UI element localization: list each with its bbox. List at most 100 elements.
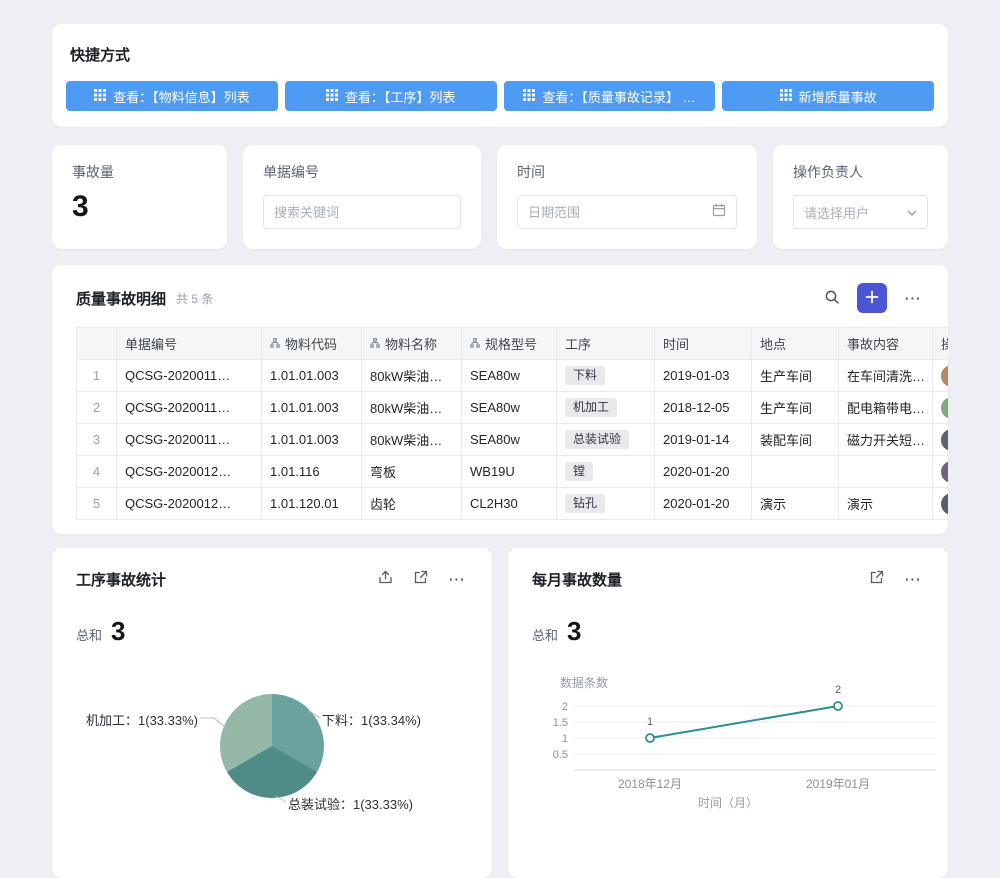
line-total-row: 总和 3 (508, 590, 948, 647)
cell-doc: QCSG-2020011… (117, 360, 262, 392)
search-button[interactable] (822, 287, 842, 310)
operator-select[interactable]: 请选择用户 (793, 195, 928, 229)
row-index: 2 (77, 392, 117, 424)
y-tick-label: 1 (562, 733, 568, 745)
x-tick-label: 2019年01月 (806, 777, 870, 791)
table-row[interactable]: 4 QCSG-2020012… 1.01.116 弯板 WB19U 镗 2020… (77, 456, 949, 488)
pie-label-blanking: 下料：1(33.34%) (322, 710, 421, 729)
cell-content: 配电箱带电… (839, 392, 933, 424)
accident-count-label: 事故量 (72, 162, 207, 182)
column-header-operator[interactable]: 操作负责人 (933, 328, 949, 360)
cell-doc: QCSG-2020012… (117, 488, 262, 520)
pie-more-button[interactable]: ⋯ (446, 569, 468, 590)
pie-card-header: 工序事故统计 ⋯ (52, 548, 492, 590)
cell-place: 生产车间 (752, 360, 839, 392)
row-index: 5 (77, 488, 117, 520)
cell-doc: QCSG-2020011… (117, 424, 262, 456)
shortcut-view-quality-record-list-button[interactable]: 查看：【质量事故记录】 … (504, 81, 716, 111)
column-header-spec[interactable]: 规格型号 (462, 328, 557, 360)
cell-time: 2020-01-20 (655, 488, 752, 520)
cell-spec: CL2H30 (462, 488, 557, 520)
export-button[interactable] (376, 568, 395, 590)
add-record-button[interactable] (857, 283, 887, 313)
cell-material-code: 1.01.01.003 (262, 360, 362, 392)
shortcut-button-label: 查看：【物料信息】列表 (113, 87, 250, 106)
cell-time: 2019-01-14 (655, 424, 752, 456)
point-value-label: 2 (835, 684, 841, 696)
cell-material-name: 80kW柴油… (362, 392, 462, 424)
row-index: 1 (77, 360, 117, 392)
line-point[interactable] (834, 702, 842, 710)
search-icon (824, 289, 840, 308)
plus-icon (865, 290, 879, 307)
pie-chart[interactable] (220, 694, 324, 798)
row-index: 3 (77, 424, 117, 456)
grid-icon (326, 89, 338, 104)
shortcut-view-material-list-button[interactable]: 查看：【物料信息】列表 (66, 81, 278, 111)
column-header-place[interactable]: 地点 (752, 328, 839, 360)
date-range-input-wrap[interactable] (517, 195, 737, 229)
accident-detail-table-card: 质量事故明细 共 5 条 ⋯ 单据编号 物料代码 物料名称 (52, 265, 948, 534)
line-point[interactable] (646, 734, 654, 742)
grid-icon (523, 89, 535, 104)
column-header-content[interactable]: 事故内容 (839, 328, 933, 360)
cell-material-code: 1.01.120.01 (262, 488, 362, 520)
link-field-icon (370, 336, 380, 351)
line-total-value: 3 (567, 616, 581, 647)
more-icon: ⋯ (904, 571, 922, 588)
date-range-input[interactable] (528, 205, 704, 220)
table-row[interactable]: 5 QCSG-2020012… 1.01.120.01 齿轮 CL2H30 钻孔… (77, 488, 949, 520)
cell-process: 下料 (557, 360, 655, 392)
y-tick-label: 2 (562, 701, 568, 713)
column-header-material-name[interactable]: 物料名称 (362, 328, 462, 360)
column-header-time[interactable]: 时间 (655, 328, 752, 360)
chevron-down-icon (907, 203, 917, 221)
shortcut-button-row: 查看：【物料信息】列表 查看：【工序】列表 查看：【质量事故记录】 … 新增质量… (66, 81, 934, 111)
time-label: 时间 (517, 162, 737, 182)
pie-label-assembly-test: 总装试验：1(33.33%) (288, 794, 413, 813)
line-more-button[interactable]: ⋯ (902, 569, 924, 590)
open-fullscreen-button[interactable] (867, 568, 886, 590)
cell-material-code: 1.01.01.003 (262, 392, 362, 424)
cell-operator (933, 456, 949, 488)
table-row[interactable]: 3 QCSG-2020011… 1.01.01.003 80kW柴油… SEA8… (77, 424, 949, 456)
open-fullscreen-button[interactable] (411, 568, 430, 590)
cell-material-code: 1.01.01.003 (262, 424, 362, 456)
grid-icon (780, 89, 792, 104)
operator-select-placeholder: 请选择用户 (804, 203, 899, 222)
doc-number-label: 单据编号 (263, 162, 461, 182)
cell-place (752, 456, 839, 488)
column-header-doc[interactable]: 单据编号 (117, 328, 262, 360)
table-record-count: 共 5 条 (176, 290, 213, 307)
pie-card-tools: ⋯ (376, 568, 468, 590)
cell-time: 2020-01-20 (655, 456, 752, 488)
cell-material-code: 1.01.116 (262, 456, 362, 488)
table-more-button[interactable]: ⋯ (902, 288, 924, 309)
pie-total-value: 3 (111, 616, 125, 647)
doc-number-input-wrap[interactable] (263, 195, 461, 229)
more-icon: ⋯ (904, 290, 922, 307)
table-row[interactable]: 1 QCSG-2020011… 1.01.01.003 80kW柴油… SEA8… (77, 360, 949, 392)
y-tick-label: 0.5 (553, 749, 568, 761)
shortcut-view-process-list-button[interactable]: 查看：【工序】列表 (285, 81, 497, 111)
column-header-material-code[interactable]: 物料代码 (262, 328, 362, 360)
cell-spec: SEA80w (462, 360, 557, 392)
more-icon: ⋯ (448, 571, 466, 588)
table-row[interactable]: 2 QCSG-2020011… 1.01.01.003 80kW柴油… SEA8… (77, 392, 949, 424)
pie-card-title: 工序事故统计 (76, 569, 166, 590)
process-tag: 下料 (565, 366, 605, 386)
shortcut-add-quality-accident-button[interactable]: 新增质量事故 (722, 81, 934, 111)
charts-row: 工序事故统计 ⋯ 总和 3 机加工：1(33.33%) 下 (52, 548, 948, 878)
table-scroll-area[interactable]: 单据编号 物料代码 物料名称 规格型号 工序 时间 地点 事故内容 操作负责人 … (76, 327, 948, 520)
process-accident-pie-card: 工序事故统计 ⋯ 总和 3 机加工：1(33.33%) 下 (52, 548, 492, 878)
monthly-accident-line-card: 每月事故数量 ⋯ 总和 3 数据条数 2 (508, 548, 948, 878)
y-tick-label: 1.5 (553, 717, 568, 729)
doc-number-search-input[interactable] (274, 205, 450, 220)
cell-time: 2018-12-05 (655, 392, 752, 424)
cell-place: 演示 (752, 488, 839, 520)
table-header-row: 单据编号 物料代码 物料名称 规格型号 工序 时间 地点 事故内容 操作负责人 (77, 328, 949, 360)
column-header-process[interactable]: 工序 (557, 328, 655, 360)
shortcuts-title: 快捷方式 (66, 44, 934, 65)
link-field-icon (270, 336, 280, 351)
cell-operator (933, 424, 949, 456)
